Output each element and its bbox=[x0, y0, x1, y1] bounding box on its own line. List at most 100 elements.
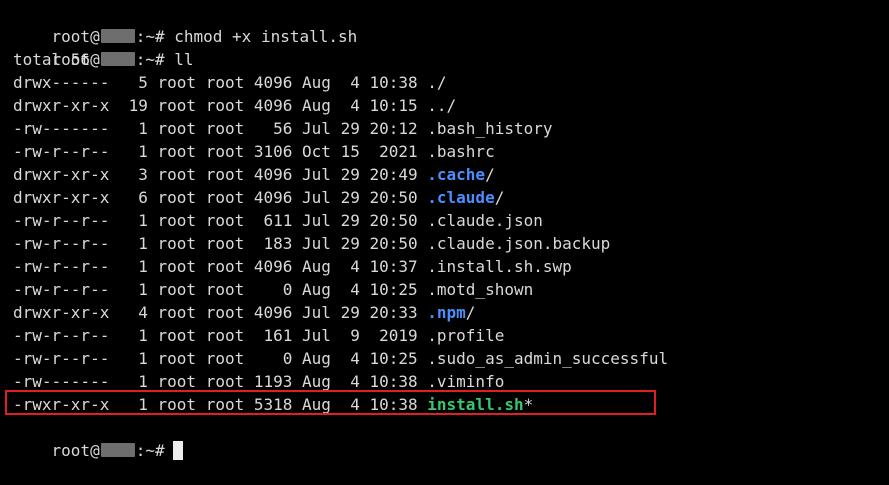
file-type-indicator: / bbox=[485, 165, 495, 184]
file-owner: root bbox=[157, 211, 197, 230]
link-count: 1 bbox=[128, 280, 148, 299]
file-date: Aug 4 10:15 bbox=[302, 96, 418, 115]
file-permissions: -rw------- bbox=[13, 119, 119, 138]
file-owner: root bbox=[157, 165, 197, 184]
text-cursor bbox=[172, 441, 183, 460]
file-type-indicator: * bbox=[523, 395, 534, 414]
listing-row: drwxr-xr-x 6 root root 4096 Jul 29 20:50… bbox=[13, 186, 889, 209]
file-size: 4096 bbox=[253, 165, 293, 184]
file-permissions: -rw-r--r-- bbox=[13, 349, 119, 368]
file-size: 5318 bbox=[253, 395, 293, 414]
file-size: 611 bbox=[253, 211, 293, 230]
link-count: 5 bbox=[128, 73, 148, 92]
file-permissions: -rw-r--r-- bbox=[13, 280, 119, 299]
listing-row: drwxr-xr-x 3 root root 4096 Jul 29 20:49… bbox=[13, 163, 889, 186]
link-count: 1 bbox=[128, 372, 148, 391]
file-size: 183 bbox=[253, 234, 293, 253]
file-name: . bbox=[427, 73, 437, 92]
file-date: Aug 4 10:38 bbox=[302, 372, 418, 391]
file-name: .npm bbox=[427, 303, 466, 322]
file-owner: root bbox=[157, 303, 197, 322]
file-permissions: drwxr-xr-x bbox=[13, 96, 119, 115]
file-permissions: -rw-r--r-- bbox=[13, 257, 119, 276]
file-size: 0 bbox=[253, 280, 293, 299]
file-group: root bbox=[205, 211, 245, 230]
link-count: 1 bbox=[128, 211, 148, 230]
file-permissions: -rw-r--r-- bbox=[13, 211, 119, 230]
file-size: 3106 bbox=[253, 142, 293, 161]
file-date: Aug 4 10:25 bbox=[302, 280, 418, 299]
file-group: root bbox=[205, 188, 245, 207]
file-permissions: drwxr-xr-x bbox=[13, 303, 119, 322]
directory-listing: drwx------ 5 root root 4096 Aug 4 10:38 … bbox=[5, 71, 889, 416]
file-group: root bbox=[205, 326, 245, 345]
file-size: 56 bbox=[253, 119, 293, 138]
file-name: .viminfo bbox=[427, 372, 505, 391]
file-group: root bbox=[205, 119, 245, 138]
link-count: 1 bbox=[128, 349, 148, 368]
listing-row: -rw-r--r-- 1 root root 611 Jul 29 20:50 … bbox=[13, 209, 889, 232]
file-name: .claude bbox=[427, 188, 495, 207]
file-size: 0 bbox=[253, 349, 293, 368]
file-group: root bbox=[205, 73, 245, 92]
file-date: Jul 29 20:12 bbox=[302, 119, 418, 138]
file-group: root bbox=[205, 96, 245, 115]
link-count: 4 bbox=[128, 303, 148, 322]
file-owner: root bbox=[157, 119, 197, 138]
listing-row: -rwxr-xr-x 1 root root 5318 Aug 4 10:38 … bbox=[5, 390, 889, 416]
current-prompt-line[interactable]: root@:~# bbox=[13, 416, 889, 460]
file-owner: root bbox=[157, 234, 197, 253]
terminal-window[interactable]: root@:~# chmod +x install.sh root@:~# ll… bbox=[5, 2, 889, 460]
file-date: Oct 15 2021 bbox=[302, 142, 418, 161]
link-count: 1 bbox=[128, 142, 148, 161]
listing-row: -rw-r--r-- 1 root root 0 Aug 4 10:25 .mo… bbox=[13, 278, 889, 301]
file-size: 1193 bbox=[253, 372, 293, 391]
link-count: 1 bbox=[128, 234, 148, 253]
listing-total: total 56 bbox=[13, 50, 91, 69]
file-date: Aug 4 10:38 bbox=[302, 395, 418, 414]
file-permissions: -rwxr-xr-x bbox=[13, 395, 119, 414]
file-size: 4096 bbox=[253, 73, 293, 92]
file-permissions: drwx------ bbox=[13, 73, 119, 92]
file-date: Jul 29 20:50 bbox=[302, 211, 418, 230]
link-count: 19 bbox=[128, 96, 148, 115]
file-permissions: -rw-r--r-- bbox=[13, 142, 119, 161]
link-count: 6 bbox=[128, 188, 148, 207]
file-size: 161 bbox=[253, 326, 293, 345]
prompt-suffix: :~# bbox=[135, 441, 165, 460]
link-count: 1 bbox=[128, 119, 148, 138]
file-name: .sudo_as_admin_successful bbox=[427, 349, 669, 368]
file-date: Aug 4 10:37 bbox=[302, 257, 418, 276]
file-name: .claude.json bbox=[427, 211, 543, 230]
file-group: root bbox=[205, 142, 245, 161]
file-group: root bbox=[205, 165, 245, 184]
file-owner: root bbox=[157, 280, 197, 299]
file-size: 4096 bbox=[253, 96, 293, 115]
listing-row: -rw-r--r-- 1 root root 161 Jul 9 2019 .p… bbox=[13, 324, 889, 347]
file-size: 4096 bbox=[253, 188, 293, 207]
file-group: root bbox=[205, 257, 245, 276]
file-size: 4096 bbox=[253, 303, 293, 322]
file-owner: root bbox=[157, 96, 197, 115]
link-count: 1 bbox=[128, 326, 148, 345]
link-count: 1 bbox=[128, 257, 148, 276]
file-owner: root bbox=[157, 188, 197, 207]
file-owner: root bbox=[157, 142, 197, 161]
file-permissions: drwxr-xr-x bbox=[13, 165, 119, 184]
file-size: 4096 bbox=[253, 257, 293, 276]
file-owner: root bbox=[157, 349, 197, 368]
file-name: install.sh bbox=[427, 395, 524, 414]
file-permissions: -rw-r--r-- bbox=[13, 326, 119, 345]
file-date: Jul 29 20:50 bbox=[302, 234, 418, 253]
file-owner: root bbox=[157, 395, 197, 414]
link-count: 3 bbox=[128, 165, 148, 184]
file-group: root bbox=[205, 303, 245, 322]
file-name: .bash_history bbox=[427, 119, 553, 138]
file-date: Jul 9 2019 bbox=[302, 326, 418, 345]
command-line: root@:~# chmod +x install.sh bbox=[13, 2, 889, 46]
listing-row: -rw-r--r-- 1 root root 3106 Oct 15 2021 … bbox=[13, 140, 889, 163]
file-date: Aug 4 10:38 bbox=[302, 73, 418, 92]
file-group: root bbox=[205, 349, 245, 368]
file-name: .claude.json.backup bbox=[427, 234, 611, 253]
file-group: root bbox=[205, 280, 245, 299]
